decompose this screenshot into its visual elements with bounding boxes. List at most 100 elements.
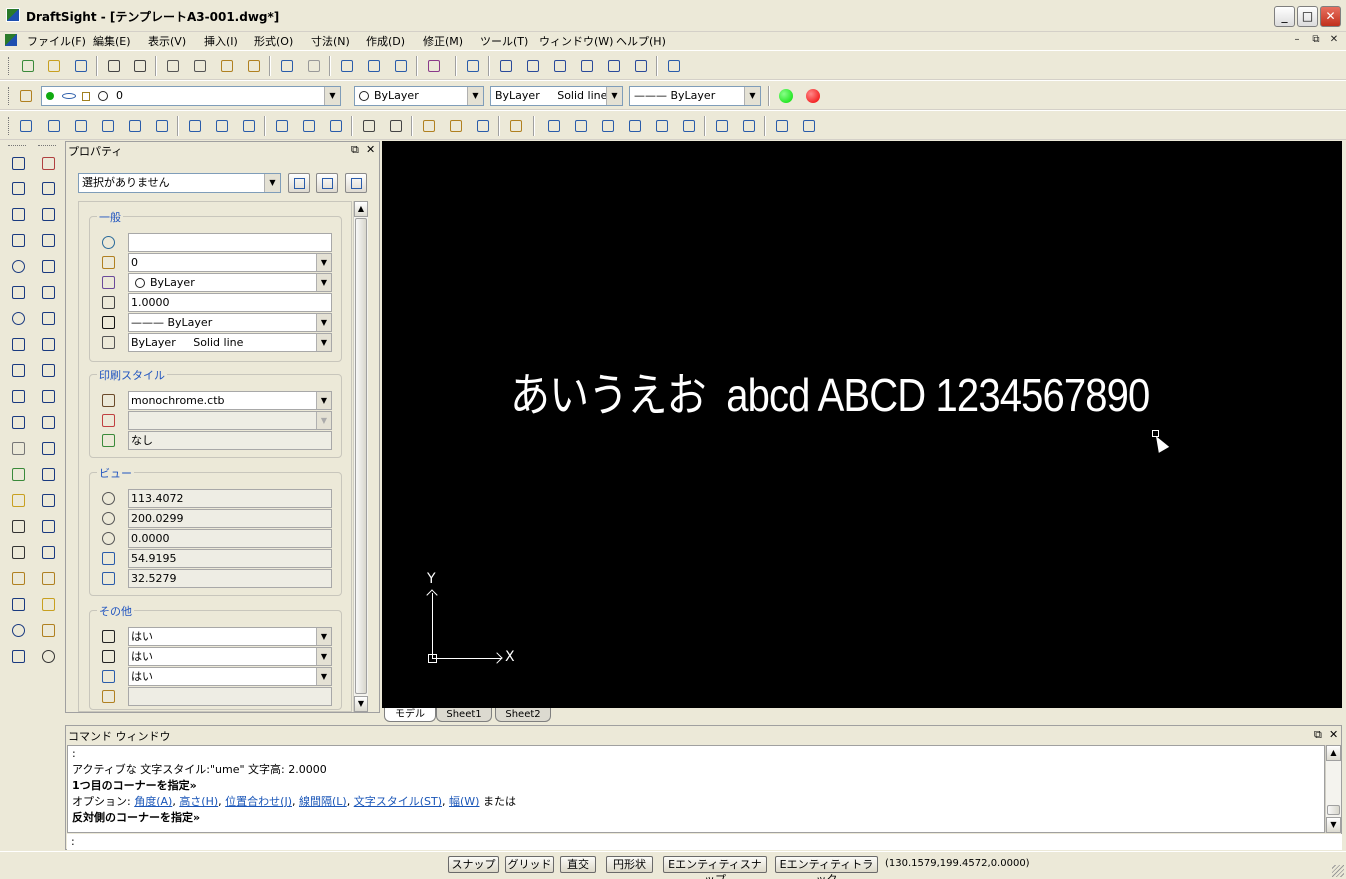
edit-hatch-icon[interactable] — [38, 568, 58, 588]
drawing-text[interactable]: あいうえお abcd ABCD 1234567890 — [510, 359, 1150, 425]
dimension-continue-icon[interactable] — [125, 116, 143, 134]
zoom-previous-icon[interactable] — [391, 56, 409, 74]
dimension-style-icon[interactable] — [419, 116, 437, 134]
linestyle-select[interactable]: ByLayer Solid line ▼ — [490, 86, 623, 106]
menu-format[interactable]: 形式(O) — [254, 33, 293, 49]
new-file-icon[interactable] — [18, 56, 36, 74]
point-icon[interactable] — [8, 386, 28, 406]
select-entities-button[interactable] — [288, 173, 310, 193]
zoom-fit-icon[interactable] — [799, 116, 817, 134]
polyline-icon[interactable] — [8, 282, 28, 302]
mdi-close-button[interactable]: ✕ — [1327, 33, 1341, 47]
chevron-down-icon[interactable]: ▼ — [324, 87, 340, 105]
toolbar-grip[interactable] — [8, 57, 11, 75]
menu-edit[interactable]: 編集(E) — [93, 33, 131, 49]
zoom-scale-icon[interactable] — [598, 116, 616, 134]
ellipse-icon[interactable] — [8, 620, 28, 640]
fillet-icon[interactable] — [38, 438, 58, 458]
option-line-spacing[interactable]: 線間隔(L) — [299, 795, 347, 808]
scroll-up-icon[interactable]: ▲ — [354, 201, 368, 217]
menu-help[interactable]: ヘルプ(H) — [616, 33, 666, 49]
join-icon[interactable] — [38, 490, 58, 510]
drawing-canvas[interactable]: あいうえお abcd ABCD 1234567890 Y X — [382, 141, 1342, 708]
rotate-icon[interactable] — [38, 308, 58, 328]
view-top-icon[interactable] — [496, 56, 514, 74]
chamfer-icon[interactable] — [38, 464, 58, 484]
tab-sheet2[interactable]: Sheet2 — [495, 708, 551, 722]
text-style-icon[interactable] — [424, 56, 442, 74]
toolbar-grip[interactable] — [8, 117, 11, 135]
close-button[interactable]: ✕ — [1320, 6, 1341, 27]
spline-icon[interactable] — [8, 334, 28, 354]
linecolor-field[interactable]: ByLayer ▼ — [128, 273, 332, 292]
cluster-icon[interactable] — [8, 646, 28, 666]
green-status-icon[interactable] — [779, 89, 793, 103]
dimension-linear-icon[interactable] — [71, 116, 89, 134]
dimension-baseline-icon[interactable] — [98, 116, 116, 134]
scale-icon[interactable] — [38, 334, 58, 354]
mdi-minimize-button[interactable]: – — [1290, 33, 1304, 47]
menu-insert[interactable]: 挿入(I) — [204, 33, 238, 49]
tolerance-icon[interactable] — [359, 116, 377, 134]
view-iso2-icon[interactable] — [631, 56, 649, 74]
chevron-down-icon[interactable]: ▼ — [316, 274, 331, 291]
center-mark-icon[interactable] — [185, 116, 203, 134]
view-front-icon[interactable] — [523, 56, 541, 74]
lengthen-icon[interactable] — [38, 386, 58, 406]
scroll-up-icon[interactable]: ▲ — [1326, 745, 1341, 761]
leader-icon[interactable] — [326, 116, 344, 134]
menu-view[interactable]: 表示(V) — [148, 33, 186, 49]
option-justify[interactable]: 位置合わせ(J) — [225, 795, 292, 808]
redo-icon[interactable] — [304, 56, 322, 74]
panel-float-icon[interactable]: ⧉ — [1314, 728, 1322, 742]
cut-icon[interactable] — [163, 56, 181, 74]
chevron-down-icon[interactable]: ▼ — [316, 314, 331, 331]
snap-toggle[interactable]: スナップ — [448, 856, 499, 873]
extend-icon[interactable] — [38, 412, 58, 432]
zoom-in-icon[interactable] — [712, 116, 730, 134]
red-status-icon[interactable] — [806, 89, 820, 103]
undo-icon[interactable] — [277, 56, 295, 74]
menu-modify[interactable]: 修正(M) — [423, 33, 463, 49]
toolbar-grip[interactable] — [8, 87, 11, 105]
toolbar-grip[interactable] — [38, 145, 56, 148]
ucs-icon-origin-field[interactable]: はい ▼ — [128, 647, 332, 666]
cloud-icon[interactable] — [8, 360, 28, 380]
chevron-down-icon[interactable]: ▼ — [316, 392, 331, 409]
menu-file[interactable]: ファイル(F) — [27, 33, 86, 49]
zoom-center-icon[interactable] — [625, 116, 643, 134]
menu-draw[interactable]: 作成(D) — [366, 33, 405, 49]
panel-close-icon[interactable]: ✕ — [1329, 728, 1338, 741]
diameter-icon[interactable] — [212, 116, 230, 134]
entity-snap-toggle[interactable]: Eエンティティスナップ — [663, 856, 767, 879]
edit-block-icon[interactable] — [38, 594, 58, 614]
pattern-icon[interactable] — [38, 282, 58, 302]
lineweight-select[interactable]: ——— ByLayer ▼ — [629, 86, 761, 106]
option-width[interactable]: 幅(W) — [449, 795, 479, 808]
table-icon[interactable] — [8, 568, 28, 588]
menu-window[interactable]: ウィンドウ(W) — [539, 33, 613, 49]
option-angle[interactable]: 角度(A) — [134, 795, 172, 808]
scroll-down-icon[interactable]: ▼ — [354, 696, 368, 712]
view-iso-icon[interactable] — [604, 56, 622, 74]
line-icon[interactable] — [8, 153, 28, 173]
ucs-icon-on-field[interactable]: はい ▼ — [128, 627, 332, 646]
split-icon[interactable] — [38, 516, 58, 536]
save-icon[interactable] — [71, 56, 89, 74]
menu-dimension[interactable]: 寸法(N) — [311, 33, 350, 49]
circle-icon[interactable] — [8, 308, 28, 328]
lineweight-field[interactable]: ——— ByLayer ▼ — [128, 313, 332, 332]
chevron-down-icon[interactable]: ▼ — [316, 254, 331, 271]
print-table-field[interactable]: monochrome.ctb ▼ — [128, 391, 332, 410]
zoom-realtime-icon[interactable] — [364, 56, 382, 74]
view-left-icon[interactable] — [550, 56, 568, 74]
color-field[interactable] — [128, 233, 332, 252]
print-preview-icon[interactable] — [130, 56, 148, 74]
print-icon[interactable] — [104, 56, 122, 74]
quick-select-button[interactable] — [316, 173, 338, 193]
dimension-text-icon[interactable] — [506, 116, 524, 134]
radius-icon[interactable] — [239, 116, 257, 134]
color-select[interactable]: ByLayer ▼ — [354, 86, 484, 106]
copy-entity-icon[interactable] — [38, 178, 58, 198]
ucs-per-viewport-field[interactable]: はい ▼ — [128, 667, 332, 686]
